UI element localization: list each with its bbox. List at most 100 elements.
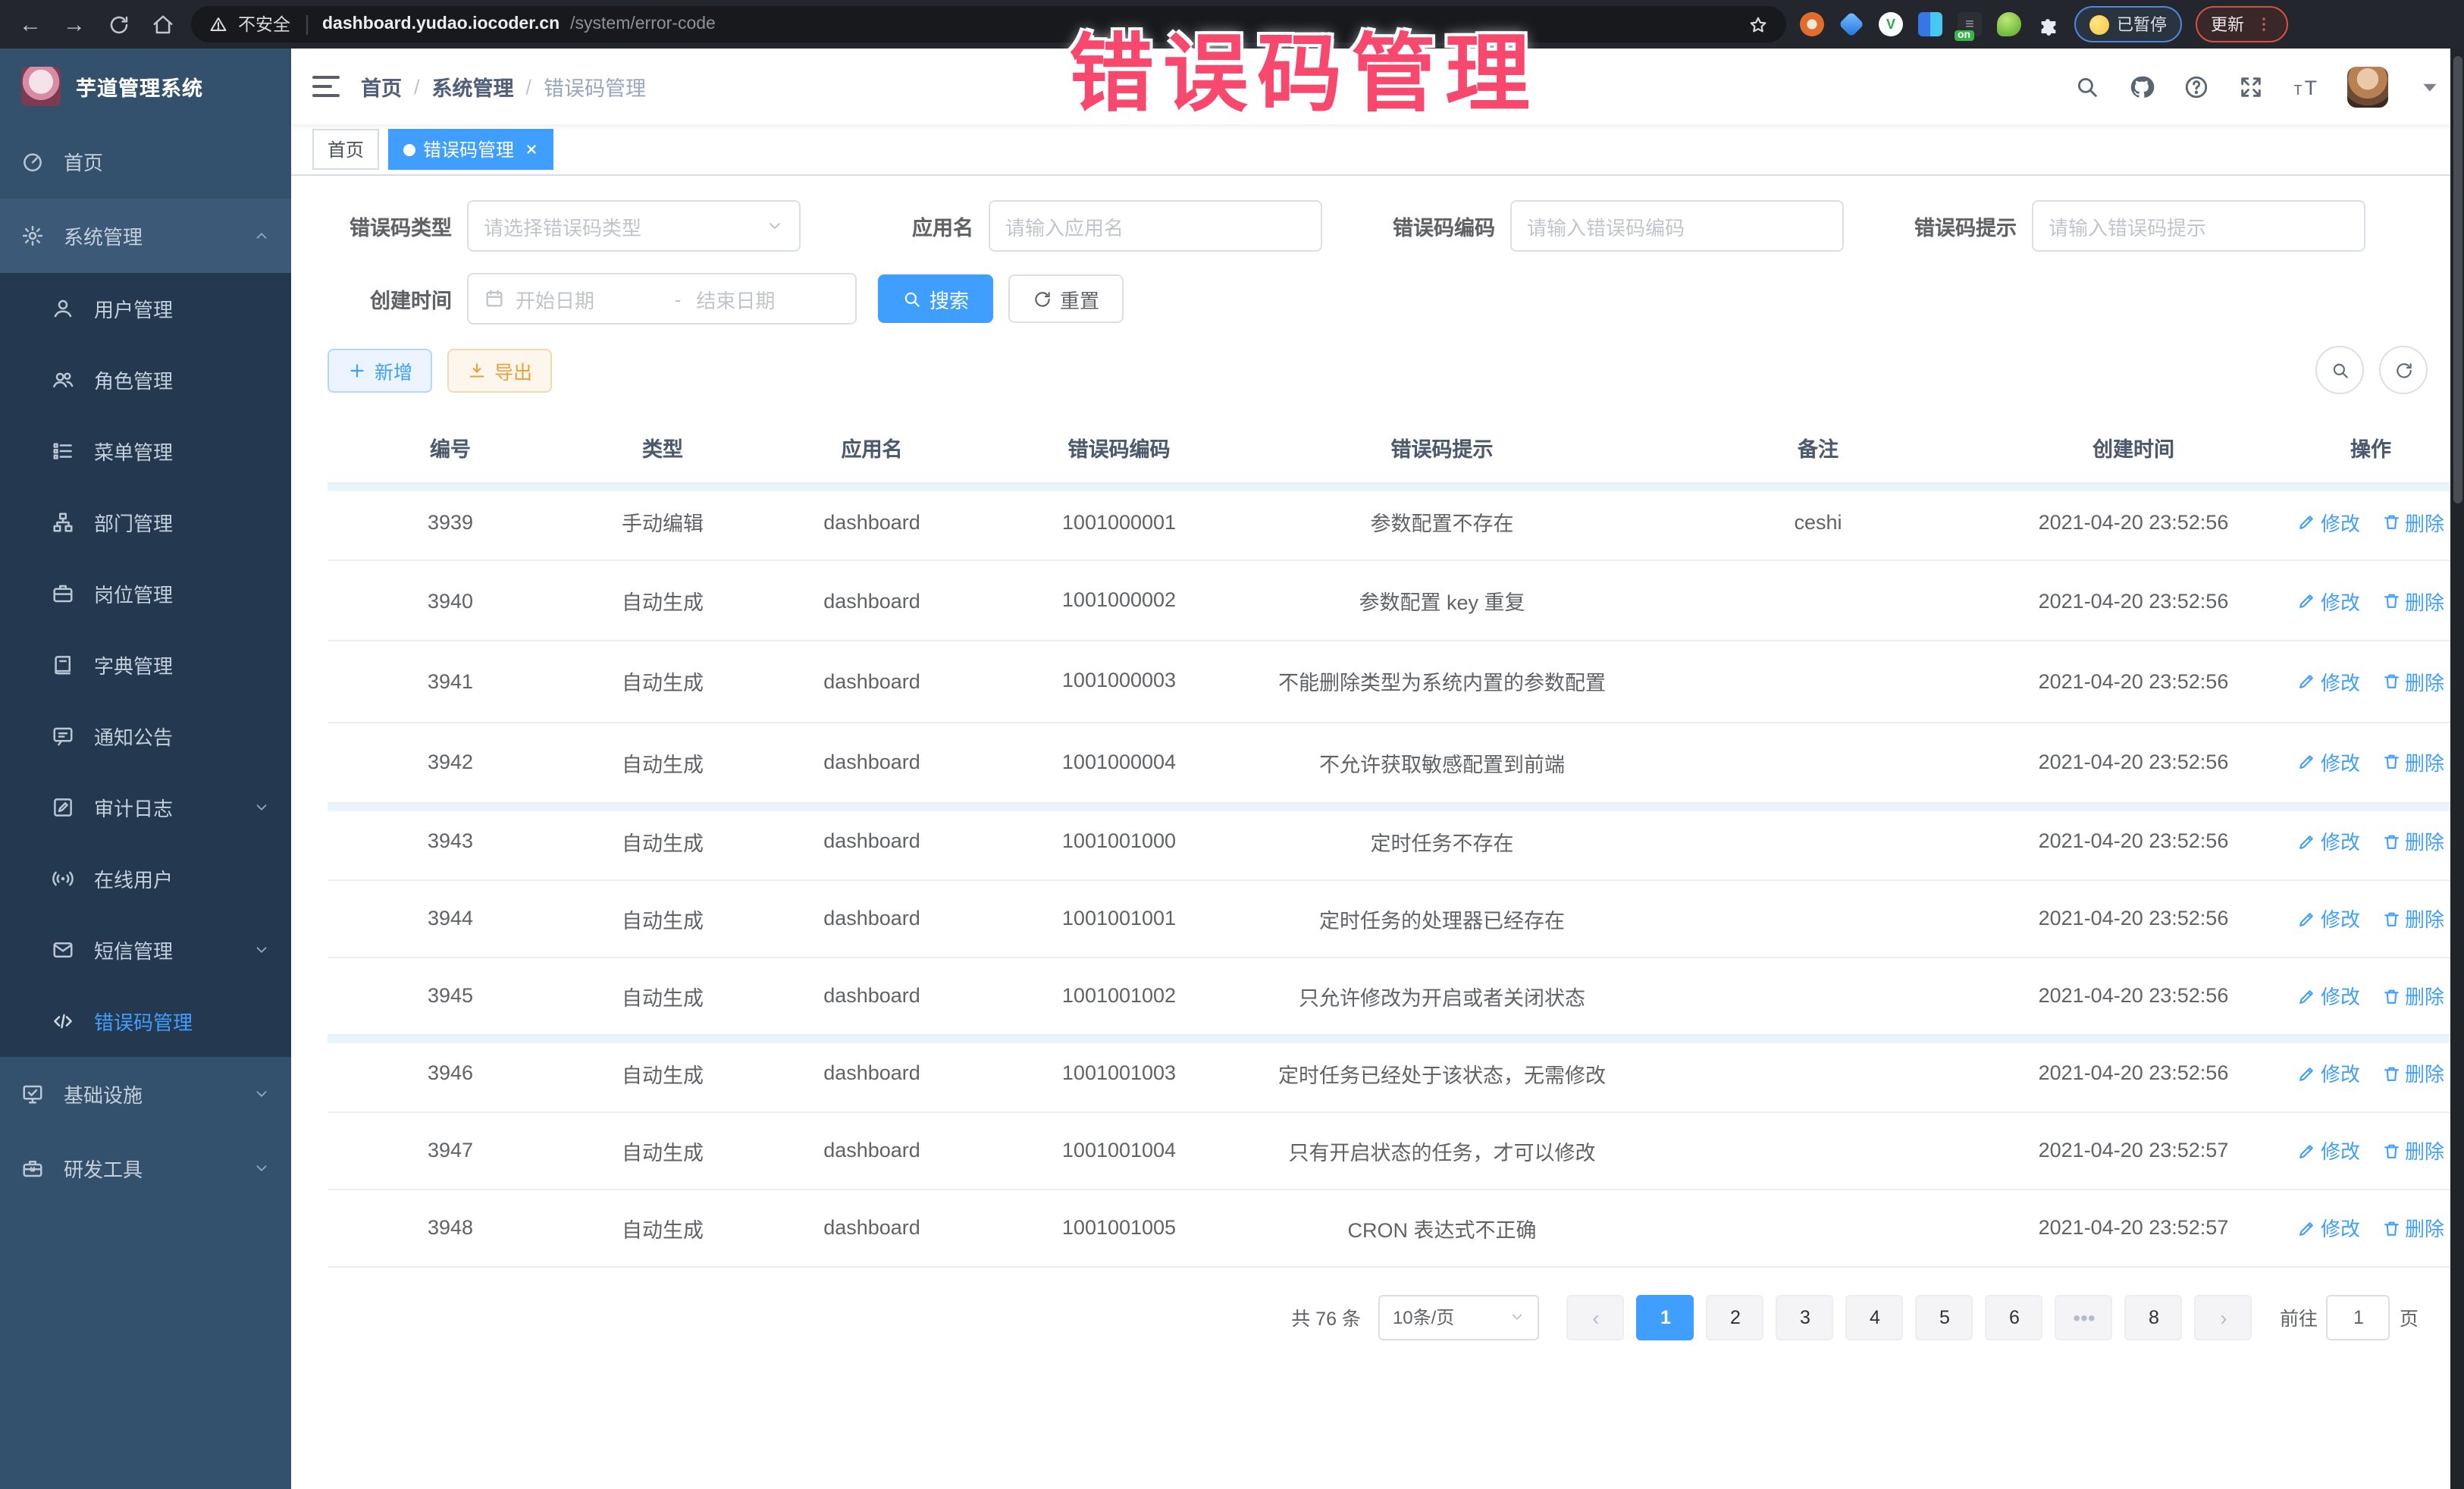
blue-grid-extension-icon[interactable] xyxy=(1918,12,1942,36)
close-icon[interactable] xyxy=(525,143,538,156)
sidebar-item-10[interactable]: 审计日志 xyxy=(0,772,291,843)
browser-update-button[interactable]: 更新 xyxy=(2196,6,2288,42)
sidebar-item-3[interactable]: 用户管理 xyxy=(0,273,291,344)
filter-label: 错误码提示 xyxy=(1892,211,2032,241)
sidebar-item-13[interactable]: 错误码管理 xyxy=(0,986,291,1057)
edit-action-link[interactable]: 修改 xyxy=(2297,827,2360,856)
delete-action-link[interactable]: 删除 xyxy=(2381,1059,2444,1088)
help-icon[interactable] xyxy=(2183,74,2209,99)
edit-action-link[interactable]: 修改 xyxy=(2297,982,2360,1011)
kebab-menu-icon[interactable] xyxy=(2255,15,2273,33)
reload-icon[interactable] xyxy=(103,13,133,36)
prev-page-button[interactable]: ‹ xyxy=(1567,1295,1625,1340)
created-time-value: 2021-04-20 23:52:56 xyxy=(2039,589,2229,612)
delete-action-link[interactable]: 删除 xyxy=(2381,667,2444,696)
sidebar-item-8[interactable]: 字典管理 xyxy=(0,629,291,701)
delete-action-link[interactable]: 删除 xyxy=(2381,1136,2444,1165)
sidebar-item-1[interactable]: 首页 xyxy=(0,124,291,199)
sidebar-item-12[interactable]: 短信管理 xyxy=(0,914,291,986)
more-pages-button[interactable]: ••• xyxy=(2055,1295,2113,1340)
tag-active[interactable]: 错误码管理 xyxy=(388,129,553,170)
sidebar-item-4[interactable]: 角色管理 xyxy=(0,344,291,415)
edit-action-link[interactable]: 修改 xyxy=(2297,586,2360,615)
window-scrollbar[interactable] xyxy=(2450,49,2464,1489)
scrollbar-thumb[interactable] xyxy=(2453,56,2462,503)
sidebar-item-6[interactable]: 部门管理 xyxy=(0,487,291,558)
search-icon[interactable] xyxy=(2315,346,2364,394)
edit-action-link[interactable]: 修改 xyxy=(2297,507,2360,536)
page-button-3[interactable]: 3 xyxy=(1776,1295,1834,1340)
edit-action-link[interactable]: 修改 xyxy=(2297,1214,2360,1243)
add-button[interactable]: 新增 xyxy=(328,348,432,392)
avatar[interactable] xyxy=(2347,66,2388,107)
sidebar-item-15[interactable]: 研发工具 xyxy=(0,1131,291,1205)
sidebar-item-5[interactable]: 菜单管理 xyxy=(0,415,291,487)
app-logo[interactable]: 芋道管理系统 xyxy=(0,49,291,124)
star-icon[interactable] xyxy=(1748,14,1768,34)
sidebar-item-label: 基础设施 xyxy=(64,1080,143,1108)
page-button-4[interactable]: 4 xyxy=(1846,1295,1904,1340)
delete-action-link[interactable]: 删除 xyxy=(2381,1214,2444,1243)
address-bar[interactable]: 不安全 dashboard.yudao.iocoder.cn/system/er… xyxy=(191,6,1786,42)
delete-action-link[interactable]: 删除 xyxy=(2381,748,2444,776)
page-button-5[interactable]: 5 xyxy=(1916,1295,1973,1340)
blue-gem-extension-icon[interactable] xyxy=(1839,11,1864,37)
next-page-button[interactable]: › xyxy=(2195,1295,2252,1340)
reset-button[interactable]: 重置 xyxy=(1008,274,1124,323)
filter-input[interactable]: 请输入应用名 xyxy=(989,200,1322,252)
sidebar-item-9[interactable]: 通知公告 xyxy=(0,701,291,772)
edit-action-link[interactable]: 修改 xyxy=(2297,748,2360,776)
sidebar-item-11[interactable]: 在线用户 xyxy=(0,843,291,914)
puzzle-extensions-icon[interactable] xyxy=(2036,12,2061,36)
delete-action-label: 删除 xyxy=(2405,667,2444,696)
edit-action-link[interactable]: 修改 xyxy=(2297,667,2360,696)
orange-shield-extension-icon[interactable] xyxy=(1800,12,1824,36)
export-button[interactable]: 导出 xyxy=(447,348,552,392)
hamburger-icon[interactable] xyxy=(312,76,340,97)
home-icon[interactable] xyxy=(147,13,177,36)
page-button-8[interactable]: 8 xyxy=(2125,1295,2183,1340)
goto-page-input[interactable]: 1 xyxy=(2327,1295,2390,1340)
delete-action-link[interactable]: 删除 xyxy=(2381,827,2444,856)
font-size-icon[interactable]: TT xyxy=(2293,74,2318,99)
filter-input[interactable]: 请输入错误码编码 xyxy=(1510,200,1844,252)
error-code-type-select[interactable]: 请选择错误码类型 xyxy=(467,200,801,252)
delete-action-link[interactable]: 删除 xyxy=(2381,507,2444,536)
breadcrumb-item[interactable]: 系统管理 xyxy=(432,71,514,102)
edit-action-label: 修改 xyxy=(2321,586,2360,615)
security-label[interactable]: 不安全 xyxy=(238,12,290,36)
plus-icon xyxy=(347,360,367,380)
column-header-5: 错误码提示 xyxy=(1246,412,1638,483)
edit-action-link[interactable]: 修改 xyxy=(2297,1059,2360,1088)
logo-image xyxy=(21,67,61,106)
delete-action-link[interactable]: 删除 xyxy=(2381,586,2444,615)
green-leaf-extension-icon[interactable] xyxy=(1997,12,2021,36)
search-button[interactable]: 搜索 xyxy=(878,274,993,323)
arrow-right-icon[interactable]: → xyxy=(59,13,89,36)
page-button-2[interactable]: 2 xyxy=(1707,1295,1764,1340)
page-button-6[interactable]: 6 xyxy=(1986,1295,2043,1340)
search-icon[interactable] xyxy=(2074,74,2100,99)
edit-action-link[interactable]: 修改 xyxy=(2297,904,2360,933)
caret-down-icon[interactable] xyxy=(2417,74,2443,99)
date-range-picker[interactable]: 开始日期 - 结束日期 xyxy=(467,273,857,324)
switch-on-extension-icon[interactable]: on≡ xyxy=(1958,12,1982,36)
sidebar-item-2[interactable]: 系统管理 xyxy=(0,199,291,273)
sidebar-item-7[interactable]: 岗位管理 xyxy=(0,558,291,629)
filter-input[interactable]: 请输入错误码提示 xyxy=(2032,200,2365,252)
fullscreen-icon[interactable] xyxy=(2238,74,2264,99)
green-check-extension-icon[interactable]: V xyxy=(1879,12,1903,36)
user-icon xyxy=(52,297,74,320)
profile-paused-pill[interactable]: 已暂停 xyxy=(2074,6,2182,42)
breadcrumb-item[interactable]: 首页 xyxy=(361,71,402,102)
delete-action-link[interactable]: 删除 xyxy=(2381,982,2444,1011)
arrow-left-icon[interactable]: ← xyxy=(15,13,45,36)
github-icon[interactable] xyxy=(2129,74,2155,99)
tag-item[interactable]: 首页 xyxy=(312,129,379,170)
page-size-select[interactable]: 10条/页 xyxy=(1379,1295,1540,1340)
delete-action-link[interactable]: 删除 xyxy=(2381,904,2444,933)
refresh-icon[interactable] xyxy=(2379,346,2428,394)
edit-action-link[interactable]: 修改 xyxy=(2297,1136,2360,1165)
page-button-1[interactable]: 1 xyxy=(1637,1295,1694,1340)
sidebar-item-14[interactable]: 基础设施 xyxy=(0,1057,291,1131)
